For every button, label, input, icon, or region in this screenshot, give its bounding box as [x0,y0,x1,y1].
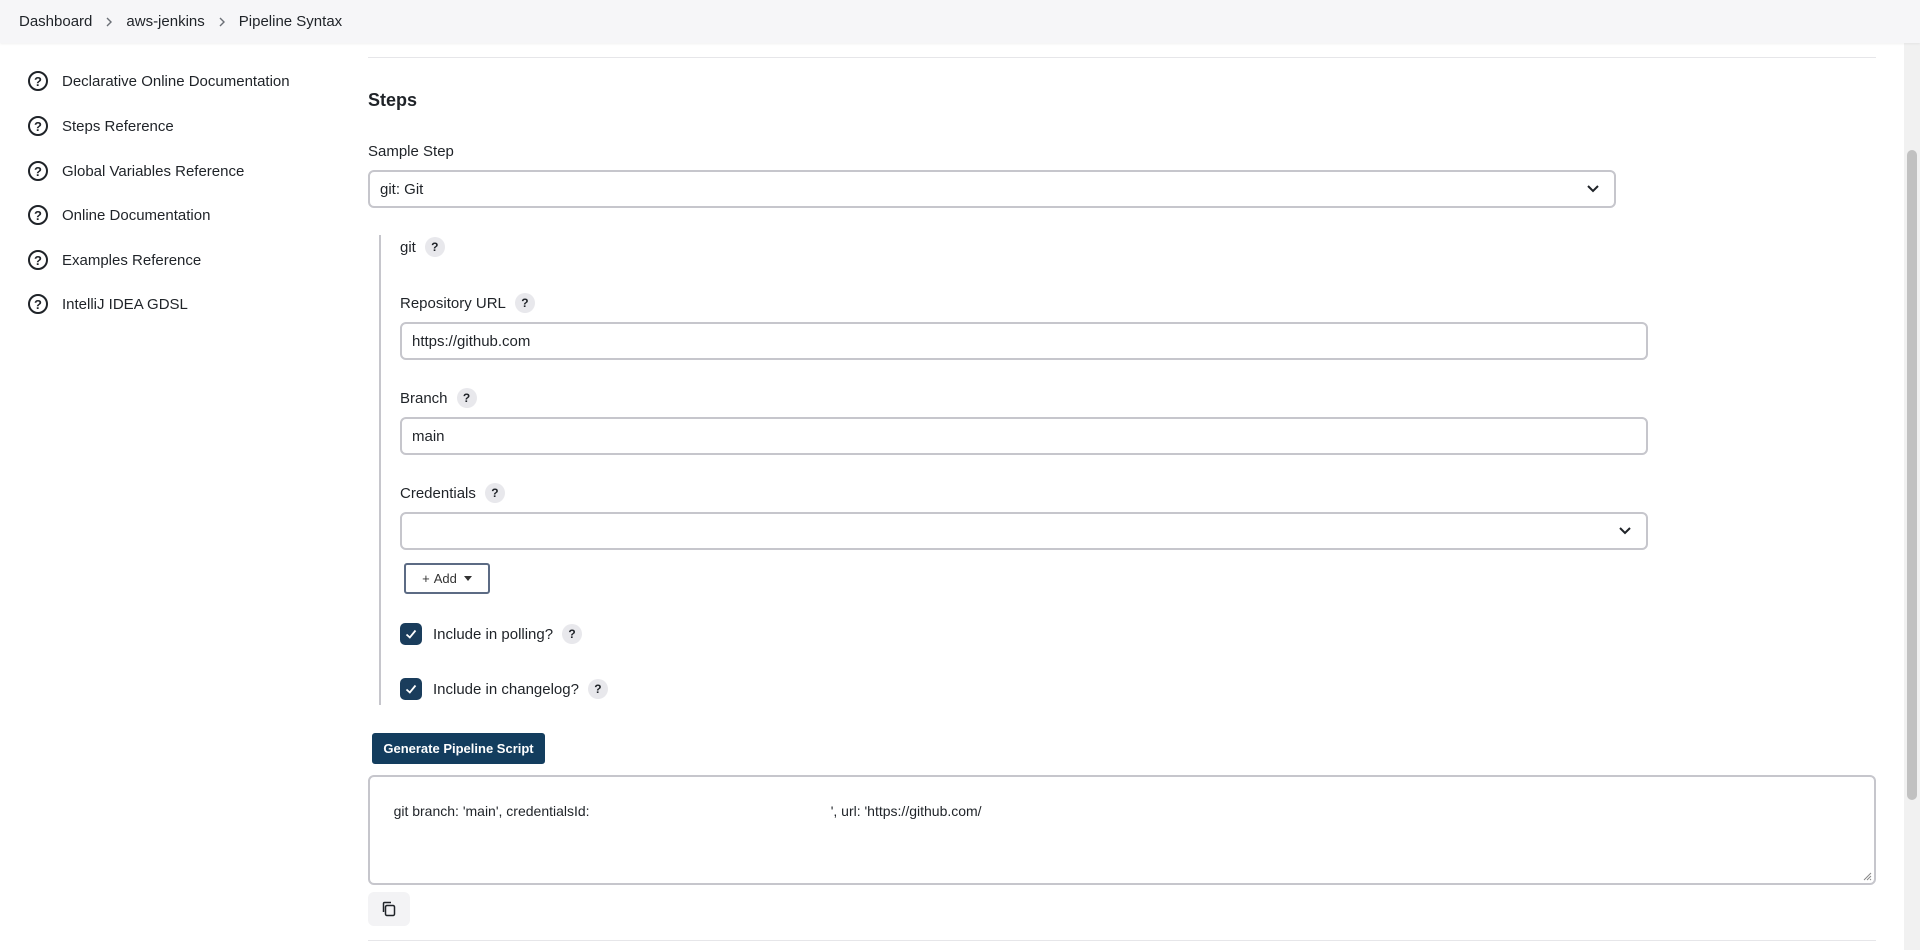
help-icon[interactable]: ? [514,293,535,313]
help-circle-icon: ? [28,205,48,225]
caret-down-icon [463,576,472,581]
help-circle-icon: ? [28,294,48,314]
git-label-text: git [400,238,416,256]
help-icon[interactable]: ? [456,388,477,408]
breadcrumb: Dashboard aws-jenkins Pipeline Syntax [19,0,342,43]
sidebar-item-examples-reference[interactable]: ? Examples Reference [28,246,201,274]
include-changelog-row: Include in changelog? ? [400,678,608,700]
help-circle-icon: ? [28,71,48,91]
include-changelog-label: Include in changelog? [433,680,579,698]
branch-value: main [412,427,445,445]
help-circle-icon: ? [28,161,48,181]
copy-icon [382,901,396,917]
help-icon[interactable]: ? [484,483,505,503]
sample-step-value: git: Git [380,180,424,198]
divider [368,940,1876,941]
pipeline-script-output[interactable]: git branch: 'main', credentialsId: ', ur… [368,775,1876,885]
sidebar-item-label: Global Variables Reference [62,162,245,180]
sidebar-item-declarative-docs[interactable]: ? Declarative Online Documentation [28,67,290,95]
check-icon [405,629,417,639]
breadcrumb-bar: Dashboard aws-jenkins Pipeline Syntax [0,0,1920,43]
help-circle-icon: ? [28,250,48,270]
help-icon[interactable]: ? [562,624,583,644]
sidebar-item-label: Examples Reference [62,251,202,269]
breadcrumb-item-pipeline-syntax[interactable]: Pipeline Syntax [239,13,342,30]
sidebar-item-label: Online Documentation [62,206,211,224]
help-icon[interactable]: ? [424,237,445,257]
git-label: git ? [400,237,445,257]
check-icon [405,684,417,694]
pipeline-script-text: git branch: 'main', credentialsId: ', ur… [393,803,982,819]
add-button-label: Add [433,571,457,586]
repository-url-value: https://github.com [412,332,531,350]
sample-step-select[interactable]: git: Git [368,170,1616,208]
branch-label: Branch ? [400,388,477,408]
chevron-down-icon [1587,185,1599,193]
include-changelog-checkbox[interactable] [400,678,422,700]
sidebar-item-global-variables[interactable]: ? Global Variables Reference [28,157,244,185]
help-icon[interactable]: ? [587,679,608,699]
credentials-label-text: Credentials [400,484,476,502]
sidebar: ? Declarative Online Documentation ? Ste… [0,38,340,950]
chevron-down-icon [1619,527,1631,535]
nested-section-rule [379,235,381,705]
include-polling-label: Include in polling? [433,625,554,643]
repository-url-label: Repository URL ? [400,293,535,313]
divider [368,57,1876,58]
sidebar-item-intellij-gdsl[interactable]: ? IntelliJ IDEA GDSL [28,290,188,318]
sidebar-item-label: Declarative Online Documentation [62,72,290,90]
help-circle-icon: ? [28,116,48,136]
sample-step-label: Sample Step [368,143,454,160]
resize-grip-icon[interactable] [1862,871,1872,881]
breadcrumb-item-aws-jenkins[interactable]: aws-jenkins [126,13,204,30]
generate-pipeline-script-button[interactable]: Generate Pipeline Script [372,733,545,764]
scrollbar-thumb[interactable] [1907,150,1917,800]
sidebar-item-label: IntelliJ IDEA GDSL [62,295,188,313]
add-credentials-button[interactable]: + Add [404,563,490,594]
section-title: Steps [368,90,418,110]
copy-button[interactable] [368,892,410,926]
include-polling-checkbox[interactable] [400,623,422,645]
include-polling-row: Include in polling? ? [400,623,583,645]
credentials-select[interactable] [400,512,1648,550]
branch-input[interactable]: main [400,417,1648,455]
repository-url-input[interactable]: https://github.com [400,322,1648,360]
plus-icon: + [422,571,430,586]
sidebar-item-steps-reference[interactable]: ? Steps Reference [28,112,174,140]
chevron-right-icon [205,0,239,43]
breadcrumb-item-dashboard[interactable]: Dashboard [19,13,92,30]
branch-label-text: Branch [400,389,448,407]
chevron-right-icon [92,0,126,43]
credentials-label: Credentials ? [400,483,505,503]
repository-url-label-text: Repository URL [400,294,506,312]
main-content: Steps Sample Step git: Git git ? Reposit… [368,0,1878,950]
sample-step-label-text: Sample Step [368,143,454,160]
sidebar-item-label: Steps Reference [62,117,174,135]
sidebar-item-online-docs[interactable]: ? Online Documentation [28,201,210,229]
